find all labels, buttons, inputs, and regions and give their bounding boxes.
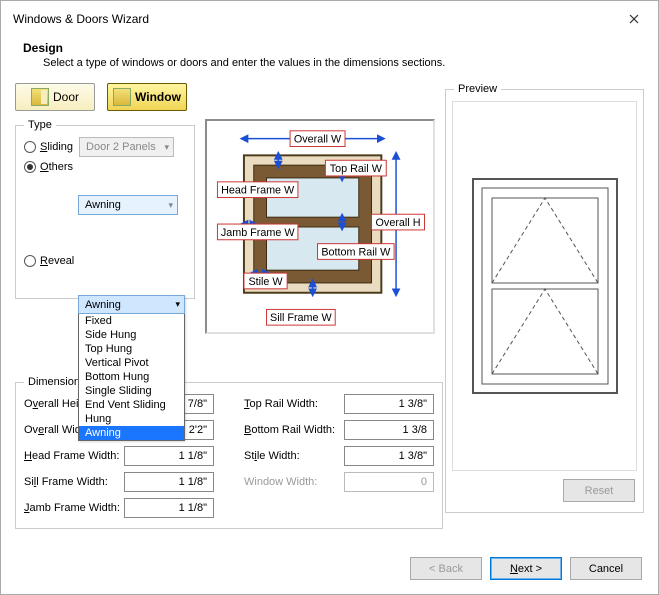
dropdown-item[interactable]: Fixed (79, 314, 184, 328)
radio-others-label: Others (40, 161, 73, 173)
window-icon (113, 88, 131, 106)
in-stile[interactable]: 1 3/8" (344, 446, 434, 466)
in-bottom-rail[interactable]: 1 3/8 (344, 420, 434, 440)
in-window-width: 0 (344, 472, 434, 492)
dropdown-item[interactable]: Single Sliding (79, 384, 184, 398)
radio-indicator (24, 141, 36, 153)
window-toggle[interactable]: Window (107, 83, 187, 111)
radio-indicator (24, 161, 36, 173)
header-title: Design (23, 41, 646, 55)
others-combo[interactable]: Awning▾ (78, 195, 178, 215)
back-button: < Back (410, 557, 482, 580)
in-sill-frame[interactable]: 1 1/8" (124, 472, 214, 492)
others-dropdown[interactable]: Awning▾ Fixed Side Hung Top Hung Vertica… (78, 295, 185, 441)
type-legend: Type (24, 119, 56, 131)
header-desc: Select a type of windows or doors and en… (43, 57, 646, 69)
svg-text:Sill Frame W: Sill Frame W (270, 312, 333, 324)
sliding-combo: Door 2 Panels▾ (79, 137, 174, 157)
lbl-top-rail: Top Rail Width: (244, 398, 344, 410)
close-icon (629, 14, 639, 24)
type-fieldset: Type Sliding Door 2 Panels▾ Others (15, 119, 195, 299)
radio-sliding[interactable]: Sliding (24, 141, 73, 153)
door-icon (31, 88, 49, 106)
preview-legend: Preview (454, 83, 501, 95)
lbl-stile: Stile Width: (244, 450, 344, 462)
svg-text:Stile W: Stile W (248, 276, 283, 288)
cancel-button[interactable]: Cancel (570, 557, 642, 580)
close-button[interactable] (620, 9, 648, 29)
in-jamb-frame[interactable]: 1 1/8" (124, 498, 214, 518)
svg-text:Top Rail W: Top Rail W (330, 163, 383, 175)
preview-area (452, 101, 637, 471)
dropdown-item[interactable]: Side Hung (79, 328, 184, 342)
svg-text:Head Frame W: Head Frame W (221, 185, 295, 197)
radio-reveal-label: Reveal (40, 255, 74, 267)
reset-button: Reset (563, 479, 635, 502)
header: Design Select a type of windows or doors… (1, 33, 658, 83)
wizard-window: Windows & Doors Wizard Design Select a t… (0, 0, 659, 595)
titlebar: Windows & Doors Wizard (1, 1, 658, 33)
door-label: Door (53, 90, 79, 104)
dropdown-item-selected[interactable]: Awning (79, 426, 184, 440)
svg-text:Overall W: Overall W (294, 134, 342, 146)
chevron-down-icon: ▾ (168, 200, 173, 211)
lbl-window-width: Window Width: (244, 476, 344, 488)
radio-indicator (24, 255, 36, 267)
preview-drawing (470, 176, 620, 396)
next-button[interactable]: Next > (490, 557, 562, 580)
preview-fieldset: Preview Reset (445, 83, 644, 513)
dropdown-item[interactable]: Hung (79, 412, 184, 426)
dropdown-item[interactable]: End Vent Sliding (79, 398, 184, 412)
lbl-head-frame: Head Frame Width: (24, 450, 124, 462)
svg-text:Overall H: Overall H (376, 217, 421, 229)
dropdown-item[interactable]: Bottom Hung (79, 370, 184, 384)
lbl-jamb-frame: Jamb Frame Width: (24, 502, 124, 514)
lbl-sill-frame: Sill Frame Width: (24, 476, 124, 488)
radio-sliding-label: Sliding (40, 141, 73, 153)
chevron-down-icon: ▾ (175, 299, 180, 310)
diagram-panel: Overall W Overall H Top Rail W Head Fram… (205, 119, 435, 334)
door-toggle[interactable]: Door (15, 83, 95, 111)
dropdown-header[interactable]: Awning▾ (78, 295, 185, 314)
window-title: Windows & Doors Wizard (13, 12, 149, 26)
in-head-frame[interactable]: 1 1/8" (124, 446, 214, 466)
chevron-down-icon: ▾ (165, 142, 170, 153)
dropdown-item[interactable]: Top Hung (79, 342, 184, 356)
lbl-bottom-rail: Bottom Rail Width: (244, 424, 344, 436)
dropdown-item[interactable]: Vertical Pivot (79, 356, 184, 370)
radio-others[interactable]: Others (24, 161, 186, 173)
in-top-rail[interactable]: 1 3/8" (344, 394, 434, 414)
svg-text:Bottom Rail W: Bottom Rail W (321, 246, 391, 258)
window-label: Window (135, 90, 181, 104)
radio-reveal[interactable]: Reveal (24, 255, 186, 267)
footer: < Back Next > Cancel (1, 547, 658, 594)
svg-text:Jamb Frame W: Jamb Frame W (221, 227, 296, 239)
